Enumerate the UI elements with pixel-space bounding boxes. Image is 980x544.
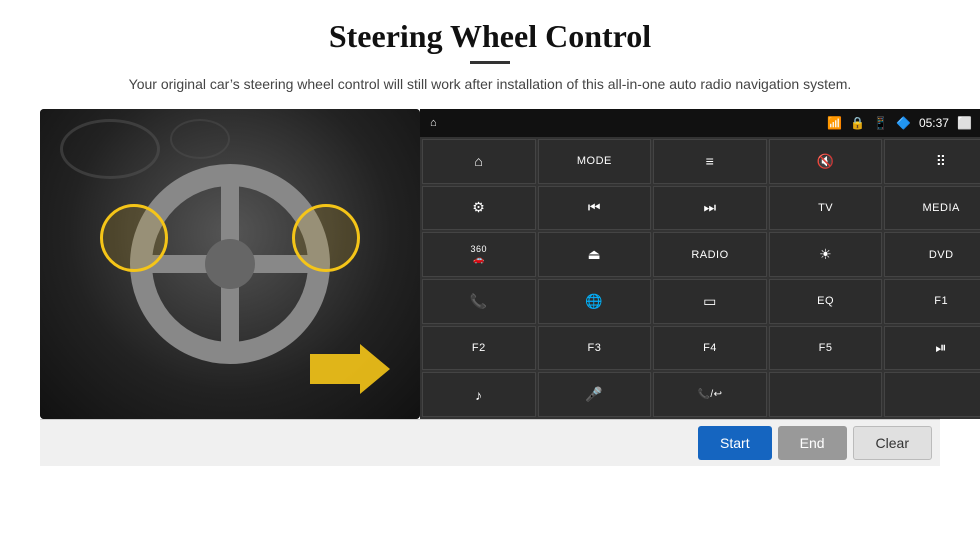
btn-mic[interactable]: 🎤 bbox=[538, 372, 652, 417]
bt-icon: 🔷 bbox=[896, 116, 911, 130]
sw-outer bbox=[130, 164, 330, 364]
btn-brightness[interactable]: ☀ bbox=[769, 232, 883, 277]
wifi-icon: 📶 bbox=[827, 116, 842, 130]
status-bar: ⌂ 📶 🔒 📱 🔷 05:37 ⬜ ↩ bbox=[420, 109, 980, 137]
btn-f4[interactable]: F4 bbox=[653, 326, 767, 371]
btn-globe[interactable]: 🌐 bbox=[538, 279, 652, 324]
btn-next[interactable]: ⏭ bbox=[653, 186, 767, 231]
screen-icon: ⬜ bbox=[957, 116, 972, 130]
btn-mode[interactable]: MODE bbox=[538, 139, 652, 184]
btn-phone[interactable]: 📞 bbox=[422, 279, 536, 324]
time-display: 05:37 bbox=[919, 116, 949, 130]
btn-dvd[interactable]: DVD bbox=[884, 232, 980, 277]
status-right: 📶 🔒 📱 🔷 05:37 ⬜ ↩ bbox=[827, 116, 980, 130]
btn-radio[interactable]: RADIO bbox=[653, 232, 767, 277]
circle-left-highlight bbox=[100, 204, 168, 272]
btn-list[interactable]: ≡ bbox=[653, 139, 767, 184]
steering-wheel-image bbox=[40, 109, 420, 419]
btn-360[interactable]: 360🚗 bbox=[422, 232, 536, 277]
btn-media[interactable]: MEDIA bbox=[884, 186, 980, 231]
sim-icon: 📱 bbox=[873, 116, 888, 130]
lock-icon: 🔒 bbox=[850, 116, 865, 130]
btn-eq[interactable]: EQ bbox=[769, 279, 883, 324]
btn-prev[interactable]: ⏮ bbox=[538, 186, 652, 231]
btn-home[interactable]: ⌂ bbox=[422, 139, 536, 184]
end-button[interactable]: End bbox=[778, 426, 847, 460]
btn-r6c5[interactable] bbox=[884, 372, 980, 417]
clear-button[interactable]: Clear bbox=[853, 426, 932, 460]
circle-right-highlight bbox=[292, 204, 360, 272]
page-title: Steering Wheel Control bbox=[329, 18, 651, 55]
btn-f1[interactable]: F1 bbox=[884, 279, 980, 324]
btn-f2[interactable]: F2 bbox=[422, 326, 536, 371]
btn-phone-answer[interactable]: 📞/↩ bbox=[653, 372, 767, 417]
btn-eject[interactable]: ⏏ bbox=[538, 232, 652, 277]
arrow-overlay bbox=[310, 339, 390, 399]
btn-f5[interactable]: F5 bbox=[769, 326, 883, 371]
btn-r6c4[interactable] bbox=[769, 372, 883, 417]
btn-mute[interactable]: 🔇 bbox=[769, 139, 883, 184]
status-left: ⌂ bbox=[430, 117, 437, 129]
page-container: Steering Wheel Control Your original car… bbox=[0, 0, 980, 544]
btn-music[interactable]: ♪ bbox=[422, 372, 536, 417]
start-button[interactable]: Start bbox=[698, 426, 772, 460]
btn-tv[interactable]: TV bbox=[769, 186, 883, 231]
head-unit-panel: ⌂ 📶 🔒 📱 🔷 05:37 ⬜ ↩ ⌂ MODE ≡ 🔇 bbox=[420, 109, 980, 419]
btn-apps[interactable]: ⠿ bbox=[884, 139, 980, 184]
btn-settings[interactable]: ⚙ bbox=[422, 186, 536, 231]
title-divider bbox=[470, 61, 510, 64]
btn-f3[interactable]: F3 bbox=[538, 326, 652, 371]
button-grid: ⌂ MODE ≡ 🔇 ⠿ ⚙ ⏮ ⏭ TV MEDIA 360🚗 ⏏ RADIO… bbox=[420, 137, 980, 419]
bottom-bar: Start End Clear bbox=[40, 419, 940, 466]
page-subtitle: Your original car’s steering wheel contr… bbox=[129, 74, 852, 95]
content-area: ⌂ 📶 🔒 📱 🔷 05:37 ⬜ ↩ ⌂ MODE ≡ 🔇 bbox=[40, 109, 940, 419]
btn-rect[interactable]: ▭ bbox=[653, 279, 767, 324]
btn-playpause[interactable]: ⏯ bbox=[884, 326, 980, 371]
home-status-icon: ⌂ bbox=[430, 117, 437, 129]
